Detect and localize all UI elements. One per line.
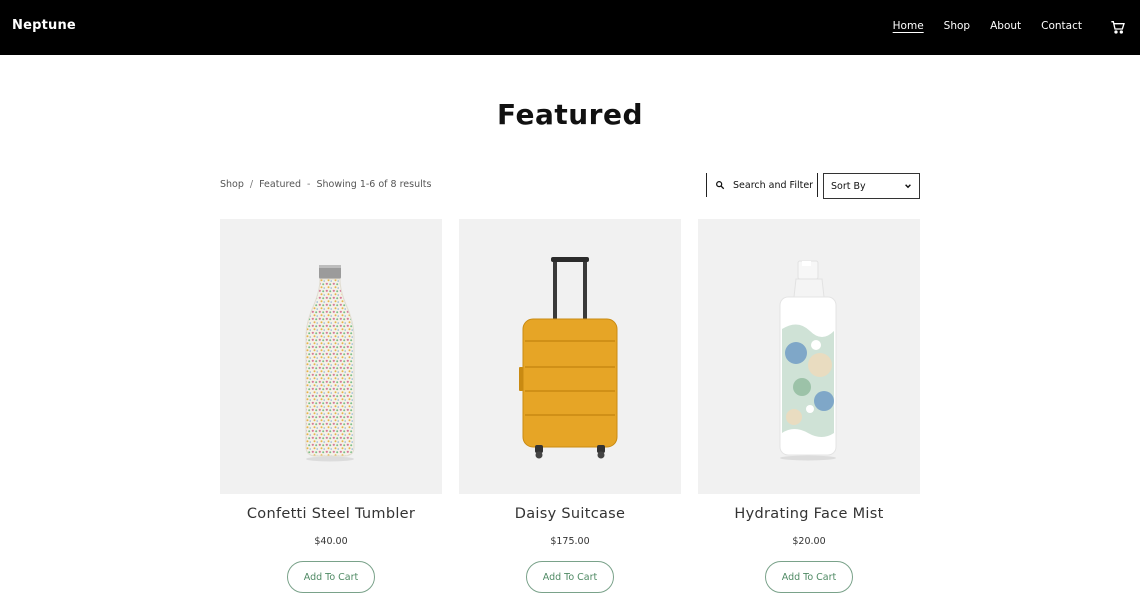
add-to-cart-button[interactable]: Add To Cart: [526, 561, 614, 593]
top-navbar: Neptune Home Shop About Contact: [0, 0, 1140, 55]
brand-logo[interactable]: Neptune: [12, 18, 76, 33]
breadcrumb: Shop / Featured - Showing 1-6 of 8 resul…: [220, 179, 431, 190]
suitcase-image: [519, 257, 618, 459]
nav-home[interactable]: Home: [893, 20, 924, 32]
breadcrumb-current: Featured: [259, 179, 302, 190]
search-icon: [716, 181, 725, 190]
breadcrumb-shop[interactable]: Shop: [220, 179, 244, 190]
product-price: $20.00: [792, 536, 826, 547]
product-price: $40.00: [314, 536, 348, 547]
product-name[interactable]: Hydrating Face Mist: [698, 506, 920, 522]
product-card: Confetti Steel Tumbler $40.00 Add To Car…: [220, 219, 442, 593]
cart-icon[interactable]: [1110, 19, 1126, 35]
breadcrumb-separator: /: [249, 179, 254, 190]
search-filter-button[interactable]: Search and Filter: [706, 173, 818, 197]
product-card: Daisy Suitcase $175.00 Add To Cart: [459, 219, 681, 593]
sort-select[interactable]: Sort By: [823, 173, 920, 199]
breadcrumb-dash: -: [307, 179, 311, 190]
product-card: Hydrating Face Mist $20.00 Add To Cart: [698, 219, 920, 593]
search-filter-label: Search and Filter: [733, 179, 814, 191]
results-count: Showing 1-6 of 8 results: [316, 179, 432, 190]
chevron-down-icon: [905, 184, 911, 189]
sort-label: Sort By: [831, 180, 866, 192]
product-image[interactable]: [459, 219, 681, 494]
product-image[interactable]: [220, 219, 442, 494]
product-image[interactable]: [698, 219, 920, 494]
product-name[interactable]: Daisy Suitcase: [459, 506, 681, 522]
page-title: Featured: [496, 98, 644, 131]
tumbler-image: [305, 265, 355, 462]
add-to-cart-button[interactable]: Add To Cart: [287, 561, 375, 593]
product-price: $175.00: [550, 536, 590, 547]
face-mist-image: [779, 260, 837, 461]
product-name[interactable]: Confetti Steel Tumbler: [220, 506, 442, 522]
nav-shop[interactable]: Shop: [944, 20, 970, 32]
add-to-cart-button[interactable]: Add To Cart: [765, 561, 853, 593]
main-nav: Home Shop About Contact: [893, 20, 1082, 32]
nav-about[interactable]: About: [990, 20, 1021, 32]
nav-contact[interactable]: Contact: [1041, 20, 1082, 32]
